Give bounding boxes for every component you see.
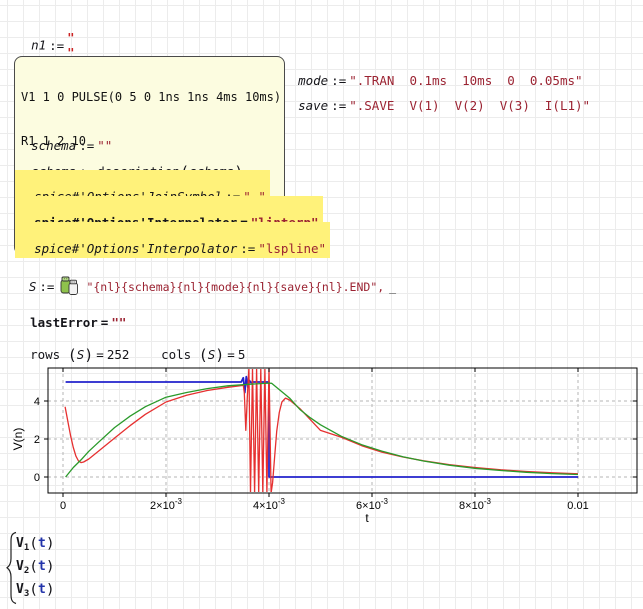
x-tick-label: 2×10-3 bbox=[150, 497, 182, 512]
voltage-vs-time-chart[interactable]: 0 2×10-3 4×10-3 6×10-3 8×10-3 0.01 0 2 4 V(n) t bbox=[10, 355, 643, 535]
s-format-string: "{nl}{schema}{nl}{mode}{nl}{save}{nl}.EN… bbox=[86, 280, 384, 294]
x-tick-label: 0.01 bbox=[567, 500, 588, 512]
x-tick-label: 8×10-3 bbox=[459, 497, 491, 512]
plot-series-list[interactable]: V1(t) V2(t) V3(t) bbox=[4, 531, 18, 609]
variable-lasterror: lastError bbox=[30, 315, 98, 330]
continuation-placeholder: _ bbox=[384, 280, 396, 294]
y-axis-label: V(n) bbox=[11, 428, 25, 451]
variable-save: save bbox=[298, 98, 328, 113]
spice-shakers-icon bbox=[58, 275, 82, 295]
plot-region[interactable]: 0 2×10-3 4×10-3 6×10-3 8×10-3 0.01 0 2 4 V(n) t bbox=[10, 355, 643, 539]
assign-operator: := bbox=[46, 38, 67, 53]
series-expression-v2: V2(t) bbox=[16, 555, 55, 578]
netlist-line: V1 1 0 PULSE(0 5 0 1ns 1ns 4ms 10ms) bbox=[21, 90, 278, 105]
save-string-value: ".SAVE V(1) V(2) V(3) I(L1)" bbox=[349, 98, 590, 113]
x-tick-label: 0 bbox=[60, 500, 66, 512]
statement-save-definition[interactable]: save:=".SAVE V(1) V(2) V(3) I(L1)" bbox=[283, 80, 590, 114]
x-tick-label: 4×10-3 bbox=[253, 497, 285, 512]
y-tick-label: 0 bbox=[34, 472, 40, 484]
statement-option-interpolator-def[interactable]: spice#'Options'Interpolator:="lspline" bbox=[15, 222, 330, 258]
option-interpolator-lhs: spice#'Options'Interpolator bbox=[34, 241, 237, 256]
y-tick-label: 2 bbox=[34, 434, 40, 446]
variable-n1: n1 bbox=[31, 38, 46, 53]
statement-lasterror[interactable]: lastError="" bbox=[15, 297, 126, 331]
statement-s-definition[interactable]: S:= "{nl}{schema}{nl}{mode}{nl}{save}{nl… bbox=[15, 258, 396, 296]
x-tick-label: 6×10-3 bbox=[356, 497, 388, 512]
series-expression-v1: V1(t) bbox=[16, 532, 55, 555]
series-expression-v3: V3(t) bbox=[16, 578, 55, 601]
y-tick-label: 4 bbox=[34, 396, 40, 408]
x-axis-label: t bbox=[365, 511, 369, 525]
statement-n1-definition[interactable]: n1:="" bbox=[16, 14, 74, 61]
